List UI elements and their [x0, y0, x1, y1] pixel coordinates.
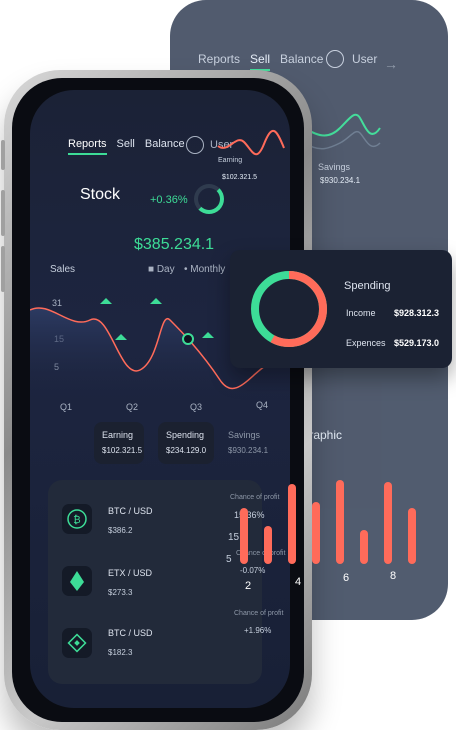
asset-value: $182.3 [108, 648, 133, 657]
earning-card-value: $102.321.5 [102, 446, 143, 455]
tab-sell[interactable]: Sell [117, 138, 135, 155]
asset-name: BTC / USD [108, 506, 153, 516]
tab-balance[interactable]: Balance [145, 138, 185, 155]
earning-mini-value: $102.321.5 [222, 174, 258, 181]
stock-price: $385.234.1 [134, 236, 215, 253]
back-nav: Reports Sell Balance [198, 52, 323, 71]
toggle-monthly-label: Monthly [190, 264, 226, 275]
phone: Reports Sell Balance User Stock +0.36% $… [1, 70, 312, 730]
stock-title: Stock [80, 186, 121, 203]
asset-value: $273.3 [108, 588, 133, 597]
sales-label: Sales [50, 264, 76, 275]
bar [360, 530, 368, 564]
bar [336, 480, 344, 564]
stock-change: +0.36% [150, 194, 188, 206]
phone-bezel: Reports Sell Balance User Stock +0.36% $… [12, 78, 304, 722]
x-tick: Q3 [190, 402, 203, 412]
svg-text:₿: ₿ [73, 514, 80, 526]
asset-name: BTC / USD [108, 628, 153, 638]
x-tick: Q4 [256, 400, 269, 410]
ethereum-icon [62, 566, 92, 596]
toggle-day[interactable]: ■ Day [148, 264, 175, 275]
user-icon [186, 136, 204, 154]
toggle-day-label: Day [156, 264, 175, 275]
tab-reports[interactable]: Reports [68, 138, 107, 155]
income-value: $928.312.3 [394, 308, 440, 318]
main-nav: Reports Sell Balance [68, 138, 185, 155]
expenses-label: Expences [346, 338, 386, 348]
spending-card[interactable]: Spending Income $928.312.3 Expences $529… [230, 250, 452, 368]
bar [288, 484, 296, 564]
bar-chart [240, 480, 416, 564]
asset-name: ETX / USD [108, 568, 153, 578]
binance-icon [62, 628, 92, 658]
earning-card-title: Earning [102, 430, 134, 440]
user-icon [326, 50, 344, 68]
bar-x-label: 6 [343, 572, 350, 584]
savings-value: $930.234.1 [320, 176, 361, 185]
spending-donut [251, 271, 327, 347]
x-tick: Q1 [60, 402, 73, 412]
earning-mini-title: Earning [218, 157, 243, 164]
savings-sparkline [304, 113, 381, 150]
spending-title: Spending [344, 280, 391, 292]
bar [408, 508, 416, 564]
bar-x-label: 8 [390, 570, 397, 582]
arrow-right-icon[interactable]: → [384, 56, 398, 72]
profit-value: +1.96% [244, 626, 272, 635]
expenses-value: $529.173.0 [394, 338, 440, 348]
back-user-label: User [352, 52, 378, 66]
asset-value: $386.2 [108, 526, 133, 535]
back-tab-balance[interactable]: Balance [280, 52, 323, 71]
spending-card-title: Spending [166, 430, 205, 440]
phone-screen: Reports Sell Balance User Stock +0.36% $… [30, 90, 290, 708]
toggle-monthly[interactable]: • Monthly [184, 264, 225, 275]
savings-card-title: Savings [228, 430, 261, 440]
savings-label: Savings [318, 162, 351, 172]
back-tab-reports[interactable]: Reports [198, 52, 240, 71]
bar-x-label: 2 [245, 580, 252, 592]
x-tick: Q2 [126, 402, 139, 412]
bar [312, 502, 320, 564]
spending-card-small[interactable]: Spending $234.129.0 [158, 422, 214, 464]
stock-ring [194, 184, 224, 214]
profit-label: Chance of profit [234, 610, 284, 617]
side-button [1, 246, 5, 292]
back-tab-sell[interactable]: Sell [250, 52, 271, 71]
income-label: Income [346, 308, 376, 318]
back-user[interactable]: User [326, 50, 377, 68]
bar [240, 508, 248, 564]
earning-card[interactable]: Earning $102.321.5 [94, 422, 144, 464]
bar-x-label: 4 [295, 576, 302, 588]
bar [264, 526, 272, 564]
bitcoin-icon: ₿ [62, 504, 92, 534]
side-button [1, 190, 5, 236]
bar [384, 482, 392, 564]
spending-card-value: $234.129.0 [166, 446, 207, 455]
side-button [1, 140, 5, 170]
